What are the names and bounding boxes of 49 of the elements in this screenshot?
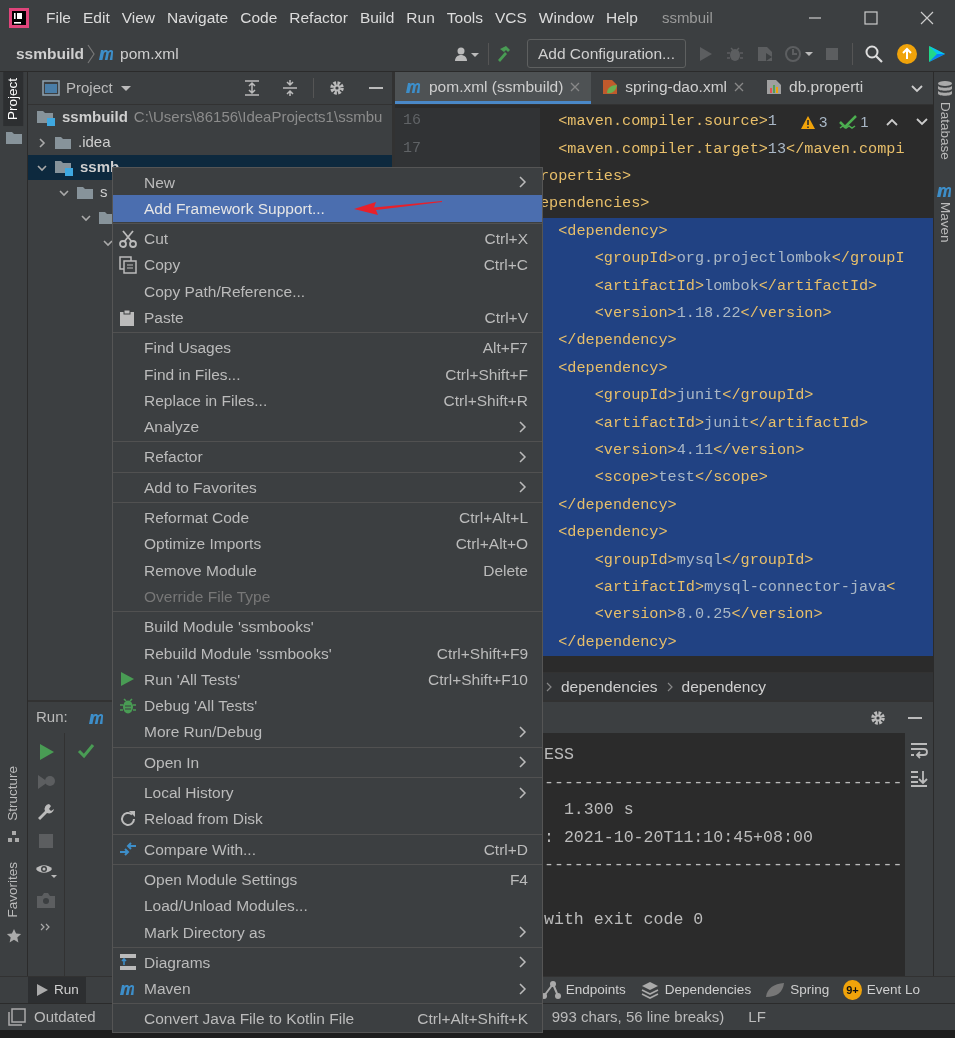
window-title: ssmbuil (661, 7, 713, 28)
code-line: <groupId>org.projectlombok</groupI (593, 248, 905, 270)
shortcut-label: Ctrl+Alt+O (455, 534, 528, 555)
code-line: <dependency> (557, 522, 668, 544)
shortcut-label: Ctrl+Alt+Shift+K (417, 1009, 528, 1030)
code-line: <artifactId>lombok</artifactId> (593, 275, 878, 297)
shortcut-label: Ctrl+Shift+R (443, 390, 528, 411)
shortcut-label: F4 (509, 869, 528, 890)
console-line: 1.300 s (562, 799, 635, 821)
code-line: <artifactId>junit</artifactId> (593, 412, 869, 434)
code-line: <version>4.11</version> (593, 440, 805, 461)
path-label: C:\Users\86156\IdeaProjects1\ssmbu (133, 107, 383, 128)
code-line: </dependency> (557, 494, 677, 516)
console-line: ESS (544, 744, 575, 766)
warning-count: 3 (819, 112, 828, 132)
panel-title: Project (66, 77, 113, 98)
code-line: ependencies> (540, 193, 650, 215)
tool-window-title: Run: (36, 707, 68, 728)
code-line: <version>1.18.22</version> (593, 303, 832, 325)
shortcut-label: Ctrl+Alt+L (459, 508, 528, 529)
shortcut-label: Alt+F7 (482, 338, 528, 359)
code-line: <version>8.0.25</version> (593, 604, 823, 626)
console-line: : 2021-10-20T11:10:45+08:00 (544, 826, 814, 849)
shortcut-label: Ctrl+D (483, 839, 528, 860)
code-line: </dependency> (557, 631, 677, 653)
shortcut-label: Ctrl+Shift+F9 (436, 643, 528, 664)
notification-badge: 9+ (843, 979, 862, 1001)
code-line: <dependency> (557, 220, 668, 242)
code-line: <groupId>junit</groupId> (593, 385, 814, 407)
shortcut-label: Ctrl+X (484, 229, 528, 250)
code-line: <scope>test</scope> (593, 467, 768, 489)
shortcut-label: Delete (483, 560, 528, 581)
status-message: Outdated (34, 1006, 96, 1027)
code-line: roperties> (540, 166, 632, 188)
shortcut-label: Ctrl+C (483, 255, 528, 276)
shortcut-label: Ctrl+Shift+F (445, 364, 528, 385)
code-line: <artifactId>mysql-connector-java< (593, 576, 896, 598)
code-line: <maven.compiler.target>13</maven.compi (557, 138, 905, 160)
code-line: </dependency> (557, 330, 677, 352)
shortcut-label: Ctrl+V (484, 308, 528, 328)
console-line: ------------------------------------ (544, 771, 904, 794)
code-line: <maven.compiler.source>1 (557, 111, 777, 133)
code-line: <groupId>mysql</groupId> (593, 549, 814, 571)
shortcut-label: Ctrl+Shift+F10 (428, 669, 528, 690)
weak-warning-count: 1 (860, 112, 869, 132)
console-line: with exit code 0 (544, 909, 705, 931)
file-info: 993 chars, 56 line breaks) (551, 1006, 725, 1027)
console-line: ------------------------------------ (544, 854, 904, 876)
code-line: <dependency> (557, 357, 668, 379)
